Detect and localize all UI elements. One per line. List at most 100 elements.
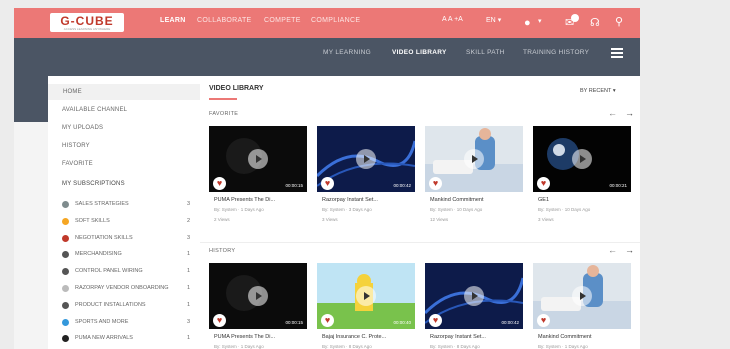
sidebar-item-favorite[interactable]: FAVORITE — [62, 161, 93, 167]
headset-icon[interactable]: ☊ — [590, 17, 600, 29]
video-title[interactable]: PUMA Presents The Di... — [214, 197, 275, 203]
arrow-left-icon[interactable]: ← — [608, 245, 617, 255]
video-thumbnail[interactable]: ♥ — [425, 126, 523, 192]
video-card[interactable]: ♥ 00:00:40 Bajaj Insurance C. Prote... By: … — [317, 263, 415, 349]
subscription-name: PUMA NEW ARRIVALS — [75, 335, 133, 342]
tab-video-library[interactable]: VIDEO LIBRARY — [392, 49, 447, 56]
subscription-name: PRODUCT INSTALLATIONS — [75, 301, 146, 308]
channel-icon — [62, 318, 69, 326]
favorite-heart-icon[interactable]: ♥ — [537, 314, 550, 327]
video-title[interactable]: PUMA Presents The Di... — [214, 334, 275, 340]
favorite-heart-icon[interactable]: ♥ — [429, 177, 442, 190]
play-icon[interactable] — [356, 286, 376, 306]
subscription-count: 3 — [186, 234, 190, 241]
chevron-down-icon[interactable]: ▾ — [538, 17, 542, 25]
video-card[interactable]: ♥ 00:00:42 Razorpay Instant Set... By: Syst… — [317, 126, 415, 226]
subscription-item[interactable]: PUMA NEW ARRIVALS 1 — [62, 334, 190, 344]
tab-training-history[interactable]: TRAINING HISTORY — [523, 49, 589, 56]
subscription-item[interactable]: SPORTS AND MORE 3 — [62, 318, 190, 328]
video-duration: 00:00:40 — [393, 320, 411, 325]
channel-icon — [62, 201, 69, 208]
sort-dropdown[interactable]: BY RECENT ▾ — [580, 88, 616, 94]
video-title[interactable]: Mankind Commitment — [538, 334, 592, 340]
user-avatar-icon[interactable]: ● — [524, 17, 531, 29]
section-label-history: HISTORY — [209, 248, 236, 254]
language-select[interactable]: EN ▾ — [486, 16, 501, 24]
nav-collaborate[interactable]: COLLABORATE — [197, 17, 252, 24]
subscription-item[interactable]: CONTROL PANEL WIRING 1 — [62, 267, 190, 277]
channel-icon — [62, 251, 69, 259]
notification-badge — [571, 14, 579, 22]
play-icon[interactable] — [356, 149, 376, 169]
play-icon[interactable] — [572, 149, 592, 169]
video-thumbnail[interactable]: ♥ 00:00:15 — [209, 263, 307, 329]
subscription-name: MERCHANDISING — [75, 251, 122, 258]
sidebar-item-home[interactable]: HOME — [48, 84, 200, 100]
page-title: VIDEO LIBRARY — [209, 85, 264, 92]
logo[interactable]: G-CUBE ACCESS LEARNING ANYWHERE — [50, 13, 124, 32]
subscription-item[interactable]: SOFT SKILLS 2 — [62, 217, 190, 227]
video-thumbnail[interactable]: ♥ 00:00:15 — [209, 126, 307, 192]
subscription-count: 3 — [186, 318, 190, 325]
tab-skill-path[interactable]: SKILL PATH — [466, 49, 505, 56]
play-icon[interactable] — [248, 149, 268, 169]
favorite-heart-icon[interactable]: ♥ — [213, 177, 226, 190]
subscription-item[interactable]: SALES STRATEGIES 3 — [62, 200, 190, 210]
video-card[interactable]: ♥ 00:00:21 GE1 By: System · 10 Days Ago 3 Vi… — [533, 126, 631, 226]
video-title[interactable]: Bajaj Insurance C. Prote... — [322, 334, 386, 340]
subscription-count: 1 — [186, 285, 190, 291]
video-meta: By: System · 8 Days Ago — [430, 344, 480, 349]
arrow-right-icon[interactable]: → — [625, 108, 634, 118]
search-icon[interactable]: ⚲ — [615, 16, 623, 28]
video-thumbnail[interactable]: ♥ 00:00:42 — [317, 126, 415, 192]
video-thumbnail[interactable]: ♥ — [533, 263, 631, 329]
play-icon[interactable] — [248, 286, 268, 306]
channel-icon — [62, 234, 69, 242]
font-size-controls[interactable]: A A +A — [442, 16, 463, 23]
video-duration: 00:00:42 — [501, 320, 519, 325]
video-views: 3 Views — [538, 217, 554, 222]
video-meta: By: System · 8 Days Ago — [322, 344, 372, 349]
sidebar-item-my-uploads[interactable]: MY UPLOADS — [62, 125, 103, 131]
favorite-heart-icon[interactable]: ♥ — [213, 314, 226, 327]
nav-compete[interactable]: COMPETE — [264, 17, 301, 24]
menu-icon[interactable] — [611, 48, 623, 60]
play-icon[interactable] — [464, 286, 484, 306]
carousel-arrows-favorite: ← → — [608, 108, 634, 118]
video-card[interactable]: ♥ 00:00:15 PUMA Presents The Di... By: Syst… — [209, 263, 307, 349]
subscription-name: CONTROL PANEL WIRING — [75, 268, 143, 275]
video-card[interactable]: ♥ 00:00:42 Razorpay Instant Set... By: Syst… — [425, 263, 523, 349]
subscription-item[interactable]: PRODUCT INSTALLATIONS 1 — [62, 301, 190, 311]
video-card[interactable]: ♥ 00:00:15 PUMA Presents The Di... By: Syst… — [209, 126, 307, 226]
sidebar-item-history[interactable]: HISTORY — [62, 143, 90, 149]
favorite-heart-icon[interactable]: ♥ — [321, 177, 334, 190]
play-icon[interactable] — [572, 286, 592, 306]
video-title[interactable]: GE1 — [538, 197, 549, 203]
video-duration: 00:00:21 — [609, 183, 627, 188]
favorite-heart-icon[interactable]: ♥ — [537, 177, 550, 190]
favorite-heart-icon[interactable]: ♥ — [429, 314, 442, 327]
subscription-item[interactable]: RAZORPAY VENDOR ONBOARDING 1 — [62, 284, 190, 294]
nav-compliance[interactable]: COMPLIANCE — [311, 17, 360, 24]
video-card[interactable]: ♥ Mankind Commitment By: System · 1 Days A… — [533, 263, 631, 349]
tab-my-learning[interactable]: MY LEARNING — [323, 49, 371, 56]
video-title[interactable]: Razorpay Instant Set... — [322, 197, 378, 203]
video-card[interactable]: ♥ Mankind Commitment By: System · 10 Days … — [425, 126, 523, 226]
subscription-item[interactable]: MERCHANDISING 1 — [62, 250, 190, 260]
favorite-heart-icon[interactable]: ♥ — [321, 314, 334, 327]
nav-learn[interactable]: LEARN — [160, 17, 186, 24]
arrow-right-icon[interactable]: → — [625, 245, 634, 255]
arrow-left-icon[interactable]: ← — [608, 108, 617, 118]
video-title[interactable]: Mankind Commitment — [430, 197, 484, 203]
subscription-name: SOFT SKILLS — [75, 217, 110, 224]
video-thumbnail[interactable]: ♥ 00:00:40 — [317, 263, 415, 329]
video-thumbnail[interactable]: ♥ 00:00:21 — [533, 126, 631, 192]
video-duration: 00:00:42 — [393, 183, 411, 188]
video-title[interactable]: Razorpay Instant Set... — [430, 334, 486, 340]
video-meta: By: System · 3 Days Ago — [322, 207, 372, 212]
video-thumbnail[interactable]: ♥ 00:00:42 — [425, 263, 523, 329]
sidebar-item-available-channel[interactable]: AVAILABLE CHANNEL — [62, 107, 127, 113]
play-icon[interactable] — [464, 149, 484, 169]
section-divider — [200, 242, 640, 243]
subscription-item[interactable]: NEGOTIATION SKILLS 3 — [62, 234, 190, 244]
